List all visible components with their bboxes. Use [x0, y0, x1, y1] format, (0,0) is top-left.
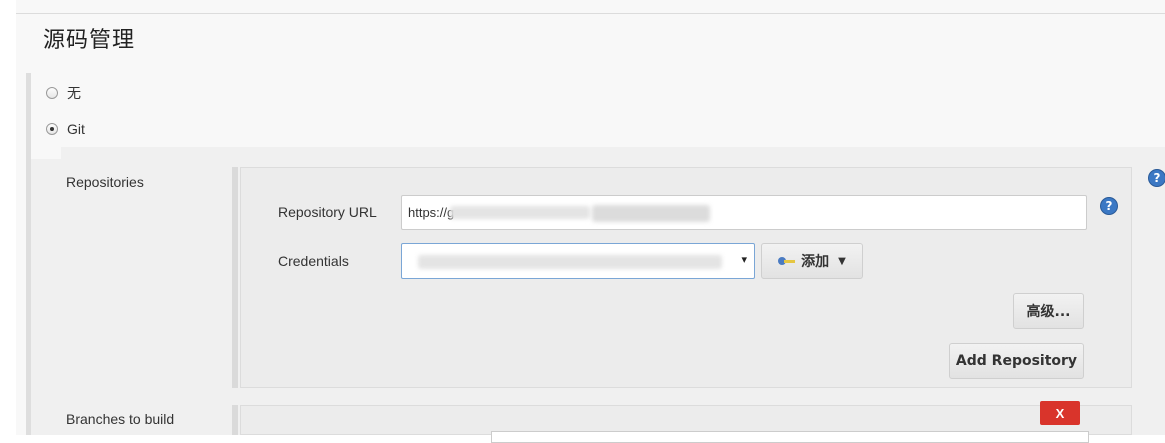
chevron-down-icon: ▾: [741, 254, 747, 266]
redacted-credential: [418, 255, 722, 269]
scm-option-none[interactable]: 无: [46, 83, 81, 103]
credentials-select[interactable]: ▾: [401, 243, 755, 279]
repository-url-help-icon[interactable]: ?: [1100, 197, 1118, 215]
repositories-help-icon[interactable]: ?: [1148, 169, 1165, 187]
radio-label-git: Git: [67, 121, 85, 137]
radio-label-none: 无: [67, 85, 81, 101]
branches-label: Branches to build: [66, 411, 175, 427]
advanced-button[interactable]: 高级...: [1013, 293, 1084, 329]
redacted-url-part: [450, 206, 590, 219]
branch-specifier-input[interactable]: [491, 431, 1089, 443]
divider: [16, 13, 1165, 14]
repositories-indent-bar: [232, 167, 238, 388]
left-gutter: [0, 0, 17, 435]
delete-branch-button[interactable]: X: [1040, 401, 1080, 425]
caret-down-icon: ▼: [838, 255, 846, 267]
repositories-label: Repositories: [66, 174, 144, 190]
credentials-label: Credentials: [278, 253, 349, 269]
add-credentials-label: 添加: [801, 254, 830, 270]
add-repository-button[interactable]: Add Repository: [949, 343, 1084, 379]
key-icon: [778, 257, 796, 265]
redacted-url-part: [592, 205, 710, 222]
repository-url-label: Repository URL: [278, 204, 377, 220]
radio-git[interactable]: [46, 123, 58, 135]
git-area-notch: [31, 147, 61, 159]
section-title: 源码管理: [43, 27, 136, 52]
radio-none[interactable]: [46, 87, 58, 99]
scm-option-git[interactable]: Git: [46, 121, 85, 137]
add-credentials-button[interactable]: 添加 ▼: [761, 243, 863, 279]
branches-indent-bar: [232, 405, 238, 435]
